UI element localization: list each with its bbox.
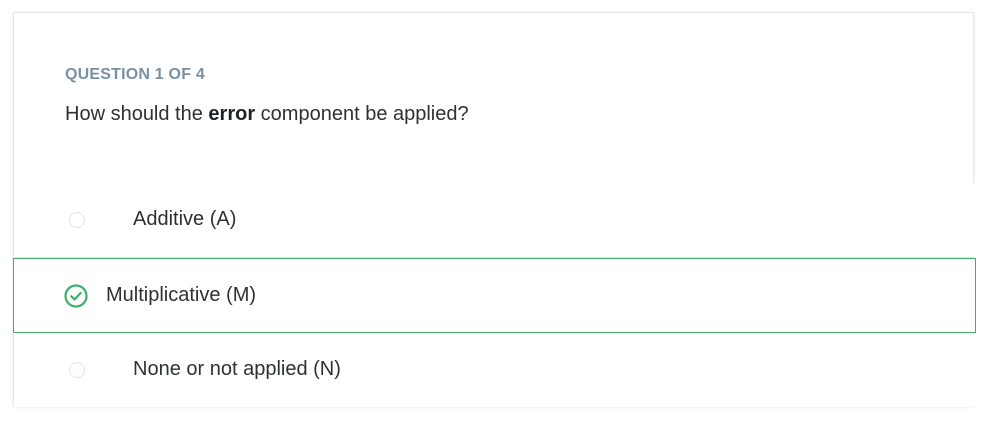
answer-option-additive[interactable]: Additive (A) [14,183,975,258]
question-prefix: How should the [65,103,209,125]
question-header: QUESTION 1 OF 4 How should the error com… [14,13,973,184]
question-suffix: component be applied? [255,103,469,125]
answer-option-label: Multiplicative (M) [106,284,257,306]
radio-empty-icon[interactable] [69,212,85,228]
check-circle-icon[interactable] [64,284,88,308]
answer-option-none[interactable]: None or not applied (N) [14,333,975,407]
question-counter: QUESTION 1 OF 4 [65,66,205,83]
radio-empty-icon[interactable] [69,362,85,378]
answer-option-label: Additive (A) [133,208,237,230]
question-keyword: error [208,103,256,125]
answer-option-label: None or not applied (N) [133,358,341,380]
question-card: QUESTION 1 OF 4 How should the error com… [13,12,976,407]
question-text: How should the error component be applie… [65,103,469,126]
answer-option-multiplicative[interactable]: Multiplicative (M) [13,258,976,333]
